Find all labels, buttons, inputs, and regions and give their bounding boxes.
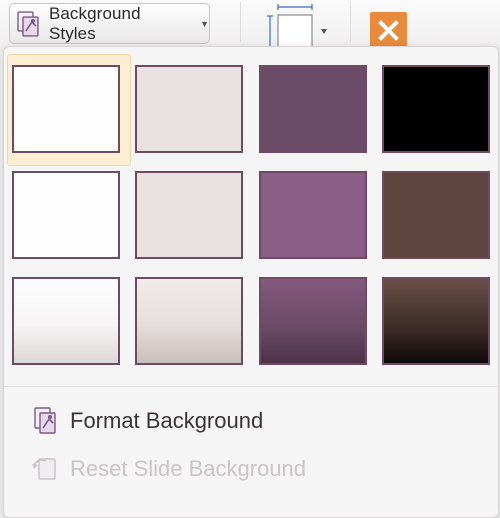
close-icon [378, 20, 399, 41]
background-style-swatch[interactable] [135, 171, 243, 259]
chevron-down-icon: ▼ [200, 18, 209, 29]
background-styles-label: Background Styles [48, 3, 141, 43]
background-style-swatch[interactable] [259, 65, 367, 153]
format-background-menu-item[interactable]: Format Background [30, 401, 263, 441]
background-style-swatch[interactable] [259, 171, 367, 259]
background-styles-button[interactable]: Background Styles ▼ [9, 3, 210, 44]
format-background-label: Format Background [70, 408, 264, 433]
background-style-swatch[interactable] [135, 277, 243, 365]
reset-slide-background-menu-item: Reset Slide Background [30, 449, 306, 489]
background-styles-dropdown: Format Background Reset Slide Background [3, 46, 499, 518]
chevron-down-icon [321, 29, 327, 34]
background-style-swatch[interactable] [12, 65, 120, 153]
background-style-swatch[interactable] [12, 171, 120, 259]
reset-slide-background-label: Reset Slide Background [70, 456, 307, 481]
slide-size-button[interactable] [264, 4, 336, 48]
format-background-icon [34, 407, 56, 434]
reset-background-icon [32, 458, 56, 480]
toolbar-separator [240, 2, 241, 42]
background-styles-icon [17, 10, 39, 37]
toolbar-separator [350, 2, 351, 42]
background-style-swatch[interactable] [382, 65, 490, 153]
background-style-swatch[interactable] [259, 277, 367, 365]
background-style-swatch[interactable] [12, 277, 120, 365]
background-style-swatch[interactable] [382, 171, 490, 259]
menu-divider [4, 386, 498, 387]
toolbar: Background Styles ▼ [0, 0, 500, 52]
close-button[interactable] [370, 12, 407, 49]
slide-size-icon [267, 4, 313, 48]
background-style-swatch[interactable] [135, 65, 243, 153]
background-style-swatch[interactable] [382, 277, 490, 365]
